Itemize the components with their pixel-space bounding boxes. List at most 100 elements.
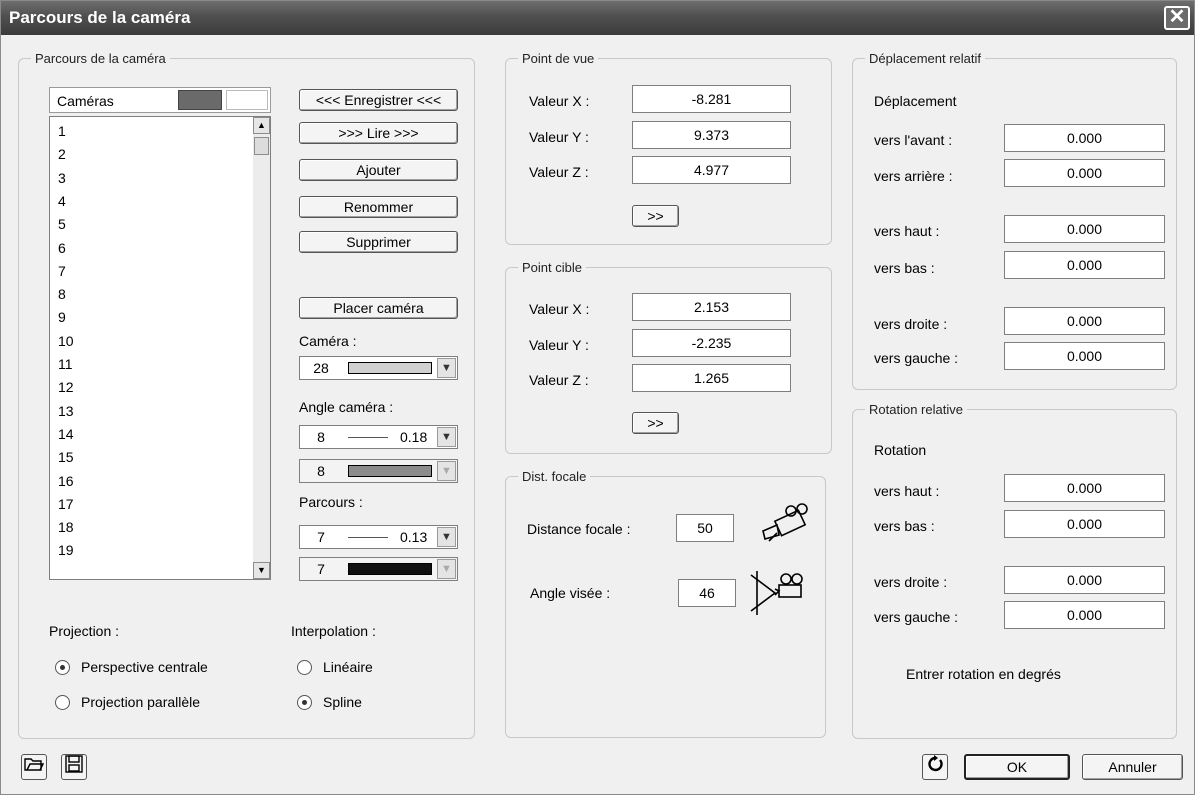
list-item[interactable]: 17 xyxy=(58,496,74,512)
list-item[interactable]: 9 xyxy=(58,309,66,325)
path-line-sample xyxy=(348,537,388,538)
rotate-right-input[interactable]: 0.000 xyxy=(1004,566,1165,594)
target-x-input[interactable]: 2.153 xyxy=(632,293,791,321)
place-camera-button[interactable]: Placer caméra xyxy=(299,297,458,319)
scroll-up-icon[interactable]: ▲ xyxy=(253,117,270,134)
list-item[interactable]: 7 xyxy=(58,263,66,279)
rotate-down-input[interactable]: 0.000 xyxy=(1004,510,1165,538)
delete-button[interactable]: Supprimer xyxy=(299,231,458,253)
move-forward-input[interactable]: 0.000 xyxy=(1004,124,1165,152)
move-right-input[interactable]: 0.000 xyxy=(1004,307,1165,335)
radio-perspective[interactable] xyxy=(55,660,70,675)
rename-button[interactable]: Renommer xyxy=(299,196,458,218)
add-button[interactable]: Ajouter xyxy=(299,159,458,181)
relative-move-heading: Déplacement xyxy=(874,93,957,109)
scroll-thumb[interactable] xyxy=(254,137,269,155)
list-item[interactable]: 10 xyxy=(58,333,74,349)
ok-button[interactable]: OK xyxy=(964,754,1070,780)
focal-legend: Dist. focale xyxy=(522,469,587,484)
chevron-down-icon[interactable]: ▼ xyxy=(437,358,456,378)
path-select-value: 7 xyxy=(317,529,325,545)
list-item[interactable]: 1 xyxy=(58,123,66,139)
list-item[interactable]: 15 xyxy=(58,449,74,465)
rotate-up-input[interactable]: 0.000 xyxy=(1004,474,1165,502)
viewpoint-z-input[interactable]: 4.977 xyxy=(632,156,791,184)
list-item[interactable]: 2 xyxy=(58,146,66,162)
rotation-note: Entrer rotation en degrés xyxy=(906,666,1061,682)
move-backward-input[interactable]: 0.000 xyxy=(1004,159,1165,187)
target-y-label: Valeur Y : xyxy=(529,337,589,353)
camera-select[interactable]: 28 ▼ xyxy=(299,356,458,380)
move-forward-label: vers l'avant : xyxy=(874,132,953,148)
close-icon[interactable]: ✕ xyxy=(1164,6,1190,30)
relative-rotation-heading: Rotation xyxy=(874,442,927,458)
camera-list-header: Caméras xyxy=(49,87,271,113)
list-item[interactable]: 11 xyxy=(58,356,73,372)
header-color-swatch[interactable] xyxy=(178,90,222,110)
list-item[interactable]: 4 xyxy=(58,193,66,209)
scroll-down-icon[interactable]: ▼ xyxy=(253,562,270,579)
save-button[interactable]: <<< Enregistrer <<< xyxy=(299,89,458,111)
relative-rotation-legend: Rotation relative xyxy=(869,402,963,417)
viewpoint-z-label: Valeur Z : xyxy=(529,164,589,180)
target-apply-button[interactable]: >> xyxy=(632,412,679,434)
target-z-input[interactable]: 1.265 xyxy=(632,364,791,392)
chevron-down-icon[interactable]: ▼ xyxy=(437,527,456,547)
list-item[interactable]: 3 xyxy=(58,170,66,186)
save-disk-icon[interactable] xyxy=(61,754,87,780)
radio-parallel[interactable] xyxy=(55,695,70,710)
target-y-input[interactable]: -2.235 xyxy=(632,329,791,357)
list-item[interactable]: 12 xyxy=(58,379,74,395)
list-item[interactable]: 18 xyxy=(58,519,74,535)
move-up-label: vers haut : xyxy=(874,223,940,239)
focal-distance-input[interactable]: 50 xyxy=(676,514,734,542)
viewpoint-y-input[interactable]: 9.373 xyxy=(632,121,791,149)
rotate-left-input[interactable]: 0.000 xyxy=(1004,601,1165,629)
camera-list-scrollbar[interactable]: ▲ ▼ xyxy=(253,117,270,579)
viewpoint-y-label: Valeur Y : xyxy=(529,129,589,145)
focal-distance-label: Distance focale : xyxy=(527,521,631,537)
radio-linear[interactable] xyxy=(297,660,312,675)
target-legend: Point cible xyxy=(522,260,582,275)
list-item[interactable]: 19 xyxy=(58,542,74,558)
radio-spline-label[interactable]: Spline xyxy=(323,694,362,710)
move-left-input[interactable]: 0.000 xyxy=(1004,342,1165,370)
radio-parallel-label[interactable]: Projection parallèle xyxy=(81,694,200,710)
title-bar: Parcours de la caméra ✕ xyxy=(1,1,1194,35)
dialog-window: Parcours de la caméra ✕ Parcours de la c… xyxy=(0,0,1195,795)
camera-color-swatch xyxy=(348,362,432,374)
header-color-swatch-white[interactable] xyxy=(226,90,268,110)
viewpoint-x-input[interactable]: -8.281 xyxy=(632,85,791,113)
angle-select[interactable]: 8 0.18 ▼ xyxy=(299,425,458,449)
list-item[interactable]: 16 xyxy=(58,473,74,489)
path-color-swatch xyxy=(348,563,432,575)
camera-label: Caméra : xyxy=(299,333,357,349)
video-camera-icon xyxy=(762,503,808,542)
move-left-label: vers gauche : xyxy=(874,350,959,366)
chevron-down-icon: ▼ xyxy=(437,461,456,481)
projection-label: Projection : xyxy=(49,623,120,639)
list-item[interactable]: 13 xyxy=(58,403,74,419)
chevron-down-icon[interactable]: ▼ xyxy=(437,427,456,447)
list-item[interactable]: 6 xyxy=(58,240,66,256)
open-folder-icon[interactable] xyxy=(21,754,47,780)
refresh-icon[interactable] xyxy=(922,754,948,780)
interpolation-label: Interpolation : xyxy=(291,623,376,639)
radio-spline[interactable] xyxy=(297,695,312,710)
list-item[interactable]: 5 xyxy=(58,216,66,232)
path-select[interactable]: 7 0.13 ▼ xyxy=(299,525,458,549)
move-up-input[interactable]: 0.000 xyxy=(1004,215,1165,243)
play-button[interactable]: >>> Lire >>> xyxy=(299,122,458,144)
view-angle-icon xyxy=(750,571,803,615)
cancel-button[interactable]: Annuler xyxy=(1082,754,1183,780)
focal-angle-input[interactable]: 46 xyxy=(678,579,736,607)
list-item[interactable]: 14 xyxy=(58,426,74,442)
chevron-down-icon: ▼ xyxy=(437,559,456,579)
camera-list[interactable]: ▲ ▼ 1 2 3 4 5 6 7 8 9 10 11 12 13 14 15 16 17 18 19 xyxy=(49,116,271,580)
radio-linear-label[interactable]: Linéaire xyxy=(323,659,373,675)
list-item[interactable]: 8 xyxy=(58,286,66,302)
move-down-input[interactable]: 0.000 xyxy=(1004,251,1165,279)
radio-perspective-label[interactable]: Perspective centrale xyxy=(81,659,208,675)
viewpoint-apply-button[interactable]: >> xyxy=(632,205,679,227)
camera-path-legend: Parcours de la caméra xyxy=(35,51,166,66)
